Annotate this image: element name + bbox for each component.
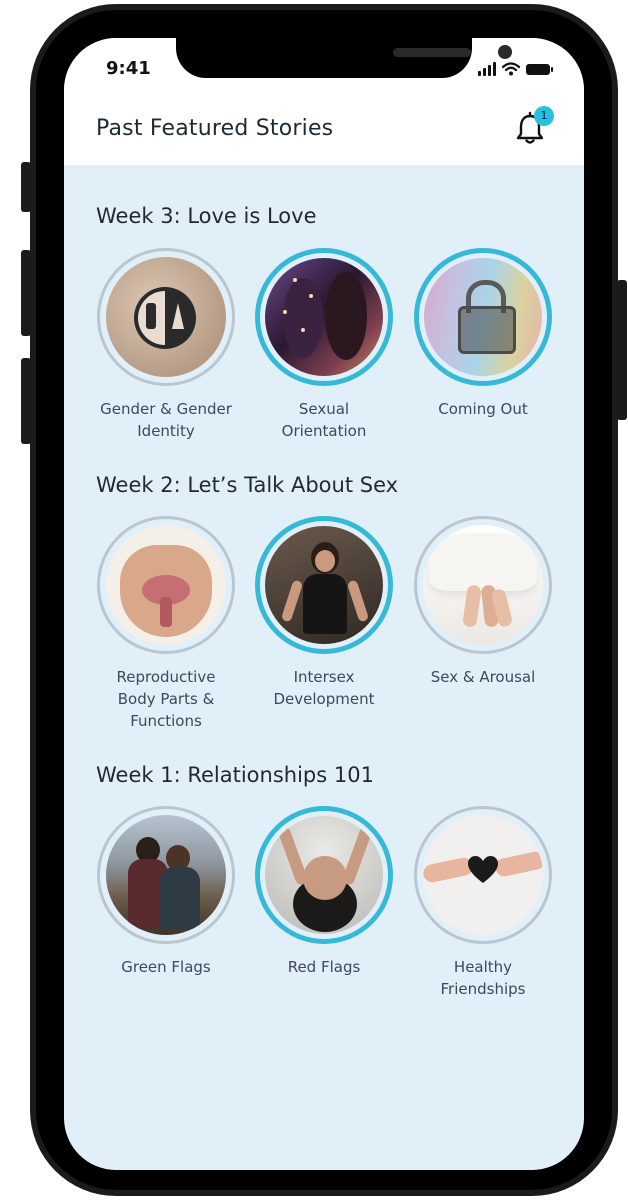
story-coming-out[interactable]: Coming Out [408, 248, 558, 420]
story-healthy-friendships[interactable]: Healthy Friendships [408, 806, 558, 1000]
signal-icon [478, 62, 496, 76]
story-label: Gender & Gender Identity [100, 400, 232, 440]
story-red-flags[interactable]: Red Flags [249, 806, 399, 978]
front-camera [498, 45, 512, 59]
story-gender-identity[interactable]: Gender & Gender Identity [91, 248, 241, 442]
story-ring[interactable] [414, 806, 552, 944]
story-sexual-orientation[interactable]: Sexual Orientation [249, 248, 399, 442]
heart-handoff-image [423, 815, 543, 935]
story-label: Healthy Friendships [440, 958, 526, 998]
story-ring[interactable] [97, 248, 235, 386]
story-label: Reproductive Body Parts & Functions [116, 668, 216, 730]
feet-in-bed-image [423, 525, 543, 645]
anatomy-diagram-image [106, 525, 226, 645]
heart-icon [468, 856, 498, 883]
story-label: Sexual Orientation [281, 400, 367, 440]
battery-icon [526, 63, 553, 75]
story-ring[interactable] [255, 516, 393, 654]
story-ring[interactable] [97, 806, 235, 944]
padlock-rainbow-image [424, 258, 542, 376]
power-button [617, 280, 627, 420]
silent-switch [21, 162, 31, 212]
notch [176, 38, 512, 78]
week-3-title: Week 3: Love is Love [96, 204, 317, 228]
story-green-flags[interactable]: Green Flags [91, 806, 241, 978]
story-ring[interactable] [97, 516, 235, 654]
notification-badge: 1 [534, 106, 554, 126]
speaker-grille [393, 48, 471, 57]
story-label: Green Flags [121, 958, 211, 976]
couple-kissing-image [265, 258, 383, 376]
week-2-title: Week 2: Let’s Talk About Sex [96, 473, 399, 497]
week-1-title: Week 1: Relationships 101 [96, 763, 374, 787]
wifi-icon [502, 62, 520, 76]
story-label: Coming Out [438, 400, 528, 418]
hands-over-face-image [265, 816, 383, 934]
status-icons [478, 62, 553, 76]
story-intersex-development[interactable]: Intersex Development [249, 516, 399, 710]
story-label: Red Flags [287, 958, 361, 976]
story-ring[interactable] [414, 516, 552, 654]
story-ring[interactable] [414, 248, 552, 386]
restroom-sign-image [106, 257, 226, 377]
story-label: Sex & Arousal [430, 668, 536, 686]
volume-down-button [21, 358, 31, 444]
story-sex-arousal[interactable]: Sex & Arousal [408, 516, 558, 688]
app-screen: 9:41 Past Featured Stories 1 Week 3: Lov… [64, 38, 584, 1170]
volume-up-button [21, 250, 31, 336]
story-reproductive-body-parts[interactable]: Reproductive Body Parts & Functions [91, 516, 241, 732]
page-title: Past Featured Stories [96, 116, 334, 141]
person-portrait-image [265, 526, 383, 644]
status-time: 9:41 [106, 58, 151, 79]
story-ring[interactable] [255, 248, 393, 386]
story-ring[interactable] [255, 806, 393, 944]
couple-hug-image [106, 815, 226, 935]
story-label: Intersex Development [273, 668, 375, 708]
